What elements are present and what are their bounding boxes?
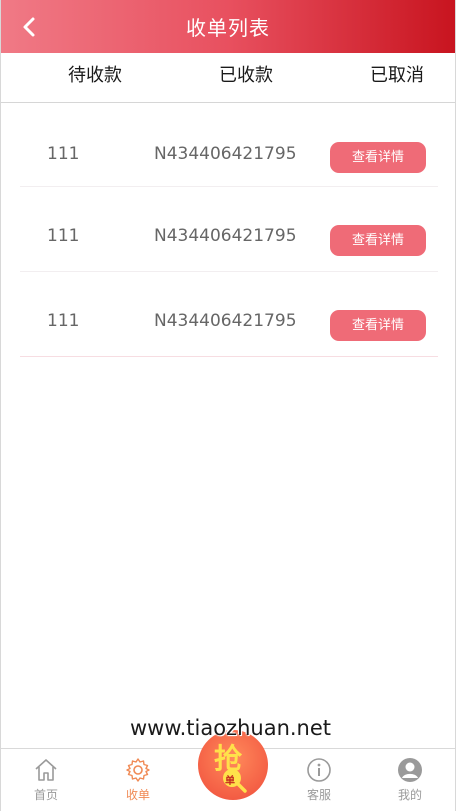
tab-received[interactable]: 已收款 bbox=[219, 53, 273, 102]
order-row: 111 N434406421795 查看详情 bbox=[20, 103, 438, 187]
nav-home-label: 首页 bbox=[33, 788, 58, 802]
nav-mine[interactable]: 我的 bbox=[380, 757, 440, 807]
order-number: N434406421795 bbox=[154, 226, 297, 246]
nav-home[interactable]: 首页 bbox=[16, 757, 76, 807]
order-row: 111 N434406421795 查看详情 bbox=[20, 187, 438, 272]
grab-order-button[interactable]: 抢 单 bbox=[198, 730, 268, 800]
tab-pending[interactable]: 待收款 bbox=[68, 53, 122, 102]
nav-service[interactable]: 客服 bbox=[289, 757, 349, 807]
user-icon bbox=[398, 758, 422, 782]
order-list: 111 N434406421795 查看详情 111 N434406421795… bbox=[20, 103, 438, 357]
nav-mine-label: 我的 bbox=[397, 788, 422, 802]
status-tabs: 待收款 已收款 已取消 bbox=[0, 53, 456, 103]
grab-sublabel: 单 bbox=[225, 776, 235, 787]
view-details-button[interactable]: 查看详情 bbox=[330, 310, 426, 341]
nav-service-label: 客服 bbox=[306, 788, 331, 802]
page-title: 收单列表 bbox=[186, 16, 270, 40]
gear-icon bbox=[126, 758, 150, 782]
view-details-button[interactable]: 查看详情 bbox=[330, 142, 426, 173]
nav-orders-label: 收单 bbox=[125, 788, 150, 802]
order-amount: 111 bbox=[47, 144, 80, 164]
home-icon bbox=[35, 759, 57, 781]
info-icon bbox=[307, 758, 331, 782]
chevron-left-icon bbox=[23, 17, 35, 37]
order-amount: 111 bbox=[47, 226, 80, 246]
order-amount: 111 bbox=[47, 311, 80, 331]
back-button[interactable] bbox=[14, 12, 44, 42]
order-number: N434406421795 bbox=[154, 144, 297, 164]
app-header: 收单列表 bbox=[0, 0, 456, 53]
tab-cancelled[interactable]: 已取消 bbox=[370, 53, 424, 102]
order-number: N434406421795 bbox=[154, 311, 297, 331]
order-row: 111 N434406421795 查看详情 bbox=[20, 272, 438, 357]
view-details-button[interactable]: 查看详情 bbox=[330, 225, 426, 256]
nav-orders[interactable]: 收单 bbox=[108, 757, 168, 807]
